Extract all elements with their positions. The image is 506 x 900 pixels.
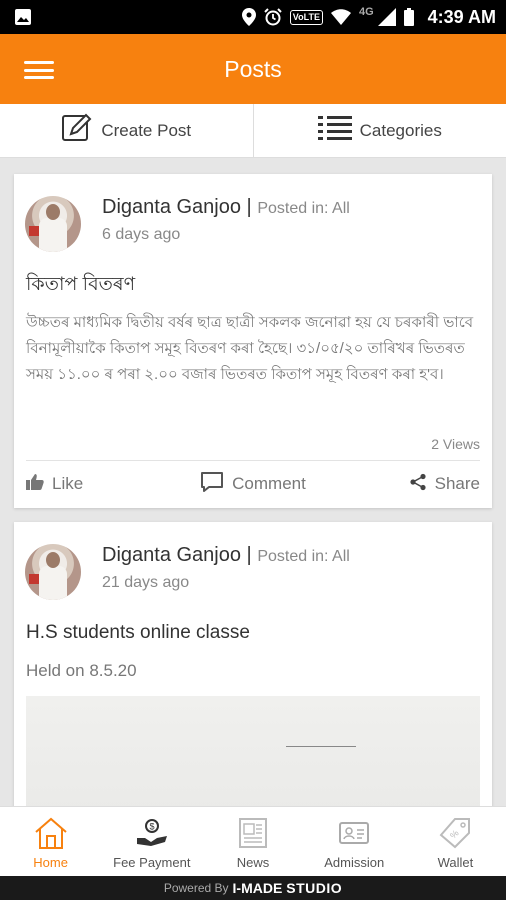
nav-news[interactable]: News: [202, 807, 303, 876]
post-card[interactable]: Diganta Ganjoo | Posted in: All 6 days a…: [14, 174, 492, 508]
post-body: উচ্চতৰ মাধ্যমিক দ্বিতীয় বৰ্ষৰ ছাত্ৰ ছাত…: [26, 314, 474, 383]
post-category: Posted in: All: [257, 548, 350, 565]
comment-button[interactable]: Comment: [177, 471, 328, 498]
like-label: Like: [52, 474, 84, 493]
clock: 4:39 AM: [427, 6, 496, 27]
admission-icon: [337, 813, 371, 853]
post-author[interactable]: Diganta Ganjoo: [102, 544, 241, 566]
post-card[interactable]: Diganta Ganjoo | Posted in: All 21 days …: [14, 522, 492, 822]
avatar[interactable]: [25, 544, 81, 600]
hamburger-menu-icon[interactable]: [24, 61, 54, 79]
comment-icon: [200, 471, 224, 498]
wifi-icon: [330, 9, 351, 25]
post-author-line: Diganta Ganjoo | Posted in: All: [102, 544, 350, 567]
nav-home-label: Home: [33, 855, 68, 870]
post-views: 2 Views: [431, 436, 480, 452]
create-post-label: Create Post: [101, 120, 192, 140]
powered-by-footer: Powered By I-MADE STUDIO: [0, 876, 506, 900]
categories-button[interactable]: Categories: [254, 104, 506, 157]
svg-text:$: $: [149, 822, 154, 832]
nav-admission-label: Admission: [324, 855, 385, 870]
network-type: 4G: [358, 6, 374, 18]
battery-icon: [403, 8, 414, 26]
post-author[interactable]: Diganta Ganjoo: [102, 196, 241, 218]
gallery-notification-icon: [14, 8, 32, 26]
wallet-icon: %: [437, 813, 473, 853]
like-button[interactable]: Like: [26, 473, 177, 496]
nav-wallet-label: Wallet: [437, 855, 474, 870]
nav-fee-payment-label: Fee Payment: [113, 855, 191, 870]
comment-label: Comment: [232, 474, 306, 493]
alarm-icon: [264, 8, 282, 26]
news-icon: [235, 813, 271, 853]
categories-label: Categories: [359, 120, 442, 140]
nav-home[interactable]: Home: [0, 807, 101, 876]
list-icon: [317, 114, 352, 147]
share-label: Share: [434, 474, 480, 493]
avatar[interactable]: [25, 196, 81, 252]
share-icon: [409, 473, 427, 496]
post-image[interactable]: [26, 696, 480, 822]
home-icon: [33, 813, 69, 853]
location-icon: [241, 8, 256, 26]
edit-icon: [61, 112, 93, 149]
author-separator: |: [246, 544, 252, 566]
fee-payment-icon: $: [135, 813, 169, 853]
post-time: 6 days ago: [102, 226, 181, 243]
post-actions: Like Comment Share: [26, 470, 480, 498]
post-author-line: Diganta Ganjoo | Posted in: All: [102, 196, 350, 219]
volte-badge: VoLTE: [289, 9, 323, 25]
app-bar: Posts: [0, 34, 506, 104]
brand-name-suffix: STUDIO: [286, 880, 343, 896]
nav-wallet[interactable]: % Wallet: [405, 807, 506, 876]
post-body: Held on 8.5.20: [26, 661, 137, 680]
signal-icon: [377, 8, 396, 26]
post-title: কিতাপ বিতৰণ: [26, 274, 136, 295]
nav-news-label: News: [236, 855, 270, 870]
nav-fee-payment[interactable]: $ Fee Payment: [101, 807, 202, 876]
brand-name: I-MADE: [232, 880, 283, 896]
nav-admission[interactable]: Admission: [304, 807, 405, 876]
author-separator: |: [246, 196, 252, 218]
post-time: 21 days ago: [102, 574, 190, 591]
share-button[interactable]: Share: [329, 473, 480, 496]
thumbs-up-icon: [26, 473, 44, 496]
powered-by-prefix: Powered By: [163, 881, 229, 895]
bottom-navigation: Home $ Fee Payment News Admission % Wall…: [0, 806, 506, 876]
post-category: Posted in: All: [257, 200, 350, 217]
action-bar: Create Post Categories: [0, 104, 506, 158]
svg-text:%: %: [448, 828, 461, 841]
page-title: Posts: [224, 55, 282, 82]
create-post-button[interactable]: Create Post: [0, 104, 253, 157]
status-bar: VoLTE 4G 4:39 AM: [0, 0, 506, 34]
divider: [26, 460, 480, 461]
post-title: H.S students online classe: [26, 622, 250, 643]
